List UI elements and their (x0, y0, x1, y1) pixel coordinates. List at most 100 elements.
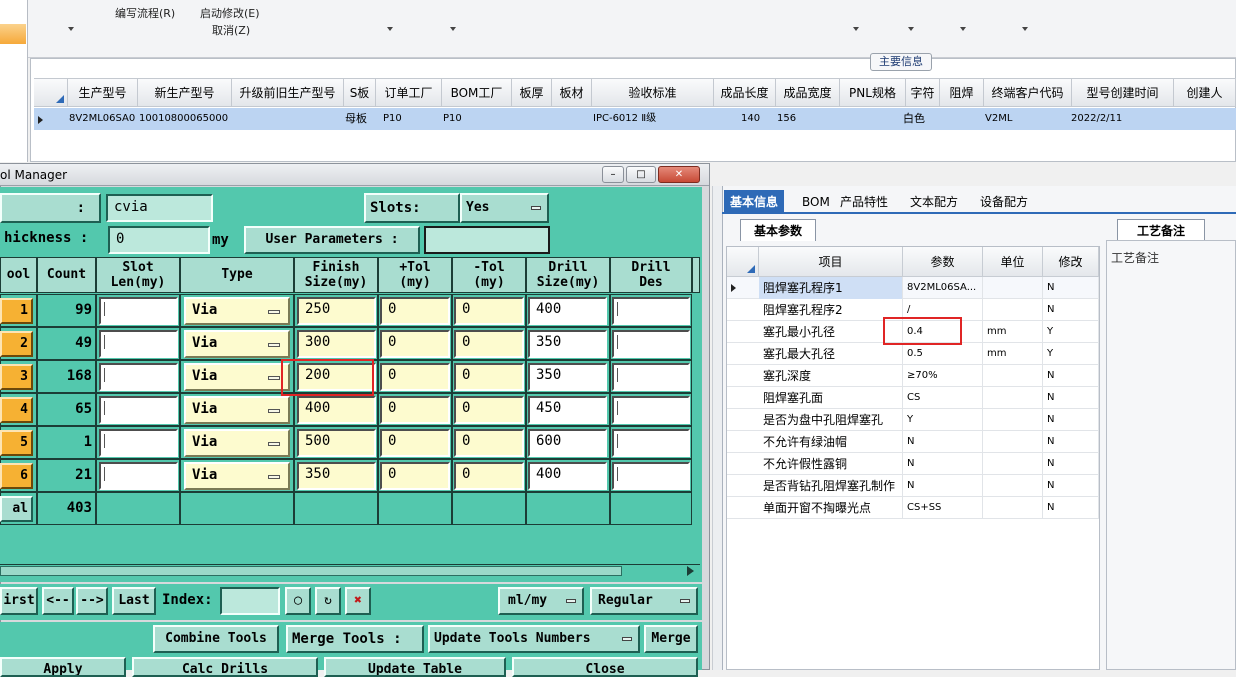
param-modify[interactable]: Y (1043, 343, 1099, 365)
drill-size-input[interactable]: 350 (528, 363, 607, 391)
column-header[interactable]: 板材 (552, 79, 592, 107)
drill-des-input[interactable] (612, 429, 690, 457)
column-header[interactable]: 生产型号 (68, 79, 138, 107)
chevron-down-icon[interactable] (68, 27, 74, 31)
combine-tools-button[interactable]: Combine Tools (153, 625, 279, 653)
minus-tol-input[interactable]: 0 (454, 462, 524, 490)
left-nav-selected-item[interactable] (0, 24, 26, 44)
column-header[interactable]: 验收标准 (592, 79, 714, 107)
column-header[interactable]: 项目 (759, 247, 903, 277)
param-unit[interactable] (983, 299, 1043, 321)
tool-number-button[interactable]: 1 (0, 298, 33, 324)
user-parameters-field[interactable] (424, 226, 550, 254)
tab-equipment-recipe[interactable]: 设备配方 (974, 190, 1034, 214)
table-cell[interactable]: P10 (440, 108, 500, 130)
menu-write-flow[interactable]: 编写流程(R) (115, 5, 175, 21)
column-header[interactable]: 升级前旧生产型号 (232, 79, 344, 107)
column-header[interactable]: 创建人 (1174, 79, 1236, 107)
type-select[interactable]: Via (184, 330, 290, 358)
user-parameters-button[interactable]: User Parameters : (244, 226, 420, 254)
thickness-field[interactable]: 0 (108, 226, 210, 254)
plus-tol-input[interactable]: 0 (380, 297, 450, 325)
table-cell[interactable]: V2ML (982, 108, 1042, 130)
type-select[interactable]: Via (184, 363, 290, 391)
param-item[interactable]: 单面开窗不掏曝光点 (759, 497, 903, 519)
finish-size-input[interactable]: 250 (297, 297, 376, 325)
drill-size-input[interactable]: 350 (528, 330, 607, 358)
table-cell[interactable]: 156 (774, 108, 814, 130)
tool-manager-titlebar[interactable]: ol Manager – □ ✕ (0, 164, 709, 186)
tool-number-button[interactable]: 4 (0, 397, 33, 423)
chevron-down-icon[interactable] (960, 27, 966, 31)
update-tools-numbers-select[interactable]: Update Tools Numbers (428, 625, 640, 653)
param-modify[interactable]: N (1043, 387, 1099, 409)
param-value[interactable]: 0.5 (903, 343, 983, 365)
slot-len-input[interactable] (99, 297, 178, 325)
tab-process-notes[interactable]: 工艺备注 (1117, 219, 1205, 241)
param-value[interactable]: N (903, 453, 983, 475)
param-unit[interactable] (983, 453, 1043, 475)
param-item[interactable]: 不允许有绿油帽 (759, 431, 903, 453)
column-header[interactable]: 板厚 (512, 79, 552, 107)
param-modify[interactable]: N (1043, 365, 1099, 387)
param-item[interactable]: 塞孔最大孔径 (759, 343, 903, 365)
column-header[interactable]: 订单工厂 (376, 79, 442, 107)
finish-size-input[interactable]: 300 (297, 330, 376, 358)
type-select[interactable]: Via (184, 297, 290, 325)
minus-tol-input[interactable]: 0 (454, 297, 524, 325)
last-button[interactable]: Last (112, 587, 156, 615)
type-select[interactable]: Via (184, 429, 290, 457)
column-header[interactable]: 单位 (983, 247, 1043, 277)
tab-text-recipe[interactable]: 文本配方 (904, 190, 964, 214)
param-modify[interactable]: N (1043, 475, 1099, 497)
chevron-down-icon[interactable] (450, 27, 456, 31)
plus-tol-input[interactable]: 0 (380, 363, 450, 391)
drill-size-input[interactable]: 400 (528, 297, 607, 325)
tab-basic-info[interactable]: 基本信息 (724, 190, 785, 214)
column-header[interactable]: 成品长度 (714, 79, 776, 107)
drill-des-input[interactable] (612, 396, 690, 424)
param-value[interactable]: N (903, 431, 983, 453)
param-value[interactable]: Y (903, 409, 983, 431)
chevron-down-icon[interactable] (853, 27, 859, 31)
drill-size-input[interactable]: 400 (528, 462, 607, 490)
scrollbar-thumb[interactable] (0, 566, 622, 576)
lightbulb-icon[interactable]: ◯ (285, 587, 311, 615)
param-item[interactable]: 阻焊塞孔程序1 (759, 277, 903, 299)
param-unit[interactable] (983, 365, 1043, 387)
table-cell[interactable]: 2022/2/11 (1068, 108, 1148, 130)
drill-size-input[interactable]: 600 (528, 429, 607, 457)
plus-tol-input[interactable]: 0 (380, 462, 450, 490)
param-item[interactable]: 是否为盘中孔阻焊塞孔 (759, 409, 903, 431)
slot-len-input[interactable] (99, 429, 178, 457)
column-header[interactable]: 终端客户代码 (984, 79, 1072, 107)
table-cell[interactable]: 白色 (900, 108, 940, 130)
slot-len-input[interactable] (99, 330, 178, 358)
unit-select[interactable]: ml/my (498, 587, 584, 615)
maximize-button[interactable]: □ (626, 166, 656, 183)
menu-cancel[interactable]: 取消(Z) (212, 22, 250, 38)
param-unit[interactable] (983, 277, 1043, 299)
tool-number-button[interactable]: 3 (0, 364, 33, 390)
param-unit[interactable] (983, 497, 1043, 519)
column-header[interactable]: 字符 (906, 79, 940, 107)
tab-bom[interactable]: BOM (796, 190, 836, 214)
splitter-bar[interactable] (712, 186, 722, 670)
param-unit[interactable] (983, 475, 1043, 497)
param-modify[interactable]: N (1043, 299, 1099, 321)
chevron-down-icon[interactable] (908, 27, 914, 31)
type-select[interactable]: Via (184, 462, 290, 490)
close-button[interactable]: Close (512, 657, 698, 677)
column-header[interactable]: 成品宽度 (776, 79, 840, 107)
column-header[interactable]: 修改 (1043, 247, 1099, 277)
param-unit[interactable]: mm (983, 321, 1043, 343)
minus-tol-input[interactable]: 0 (454, 363, 524, 391)
table-cell[interactable]: 140 (738, 108, 778, 130)
param-item[interactable]: 是否背钻孔阻焊塞孔制作 (759, 475, 903, 497)
first-button[interactable]: irst (0, 587, 38, 615)
mode-select[interactable]: Regular (590, 587, 698, 615)
param-value[interactable]: CS (903, 387, 983, 409)
drill-size-input[interactable]: 450 (528, 396, 607, 424)
param-item[interactable]: 塞孔最小孔径 (759, 321, 903, 343)
column-header[interactable]: 阻焊 (940, 79, 984, 107)
